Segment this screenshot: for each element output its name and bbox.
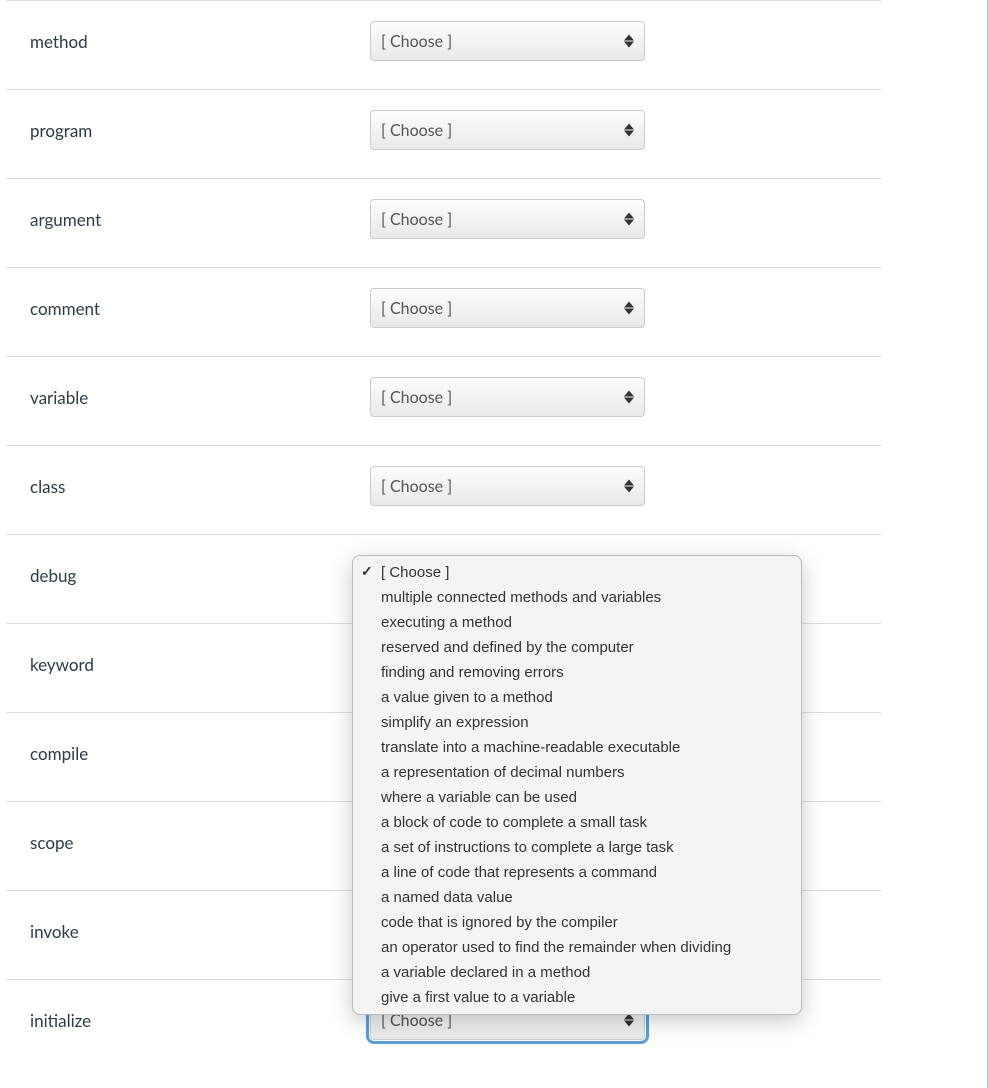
dropdown-item[interactable]: executing a method <box>353 610 801 635</box>
match-row-method: method [ Choose ] <box>6 0 881 89</box>
match-row-comment: comment [ Choose ] <box>6 267 881 356</box>
match-row-argument: argument [ Choose ] <box>6 178 881 267</box>
row-label: method <box>30 21 370 52</box>
dropdown-item[interactable]: a value given to a method <box>353 685 801 710</box>
row-label: keyword <box>30 644 370 675</box>
row-label: argument <box>30 199 370 230</box>
dropdown-item[interactable]: a block of code to complete a small task <box>353 810 801 835</box>
match-row-class: class [ Choose ] <box>6 445 881 534</box>
select-value: [ Choose ] <box>381 121 452 140</box>
chevron-updown-icon <box>624 213 634 226</box>
dropdown-item[interactable]: finding and removing errors <box>353 660 801 685</box>
row-label: scope <box>30 822 370 853</box>
dropdown-item[interactable]: a variable declared in a method <box>353 960 801 985</box>
dropdown-item[interactable]: multiple connected methods and variables <box>353 585 801 610</box>
select-value: [ Choose ] <box>381 210 452 229</box>
dropdown-item[interactable]: [ Choose ] <box>353 560 801 585</box>
chevron-updown-icon <box>624 302 634 315</box>
chevron-updown-icon <box>624 1014 634 1027</box>
dropdown-item[interactable]: give a first value to a variable <box>353 985 801 1010</box>
row-label: program <box>30 110 370 141</box>
select-program[interactable]: [ Choose ] <box>370 110 645 150</box>
chevron-updown-icon <box>624 124 634 137</box>
select-argument[interactable]: [ Choose ] <box>370 199 645 239</box>
dropdown-menu[interactable]: [ Choose ] multiple connected methods an… <box>352 555 802 1015</box>
select-value: [ Choose ] <box>381 32 452 51</box>
select-method[interactable]: [ Choose ] <box>370 21 645 61</box>
row-label: comment <box>30 288 370 319</box>
chevron-updown-icon <box>624 391 634 404</box>
dropdown-item[interactable]: a set of instructions to complete a larg… <box>353 835 801 860</box>
row-label: debug <box>30 555 370 586</box>
select-comment[interactable]: [ Choose ] <box>370 288 645 328</box>
select-value: [ Choose ] <box>381 299 452 318</box>
dropdown-item[interactable]: where a variable can be used <box>353 785 801 810</box>
row-label: class <box>30 466 370 497</box>
dropdown-item[interactable]: a named data value <box>353 885 801 910</box>
row-label: initialize <box>30 1000 370 1031</box>
row-label: variable <box>30 377 370 408</box>
dropdown-item[interactable]: reserved and defined by the computer <box>353 635 801 660</box>
dropdown-item[interactable]: code that is ignored by the compiler <box>353 910 801 935</box>
dropdown-item[interactable]: simplify an expression <box>353 710 801 735</box>
match-row-program: program [ Choose ] <box>6 89 881 178</box>
select-value: [ Choose ] <box>381 477 452 496</box>
select-class[interactable]: [ Choose ] <box>370 466 645 506</box>
chevron-updown-icon <box>624 35 634 48</box>
dropdown-item[interactable]: translate into a machine-readable execut… <box>353 735 801 760</box>
dropdown-item[interactable]: a representation of decimal numbers <box>353 760 801 785</box>
row-label: compile <box>30 733 370 764</box>
match-row-variable: variable [ Choose ] <box>6 356 881 445</box>
dropdown-item[interactable]: a line of code that represents a command <box>353 860 801 885</box>
select-value: [ Choose ] <box>381 388 452 407</box>
dropdown-item[interactable]: an operator used to find the remainder w… <box>353 935 801 960</box>
select-variable[interactable]: [ Choose ] <box>370 377 645 417</box>
chevron-updown-icon <box>624 480 634 493</box>
row-label: invoke <box>30 911 370 942</box>
